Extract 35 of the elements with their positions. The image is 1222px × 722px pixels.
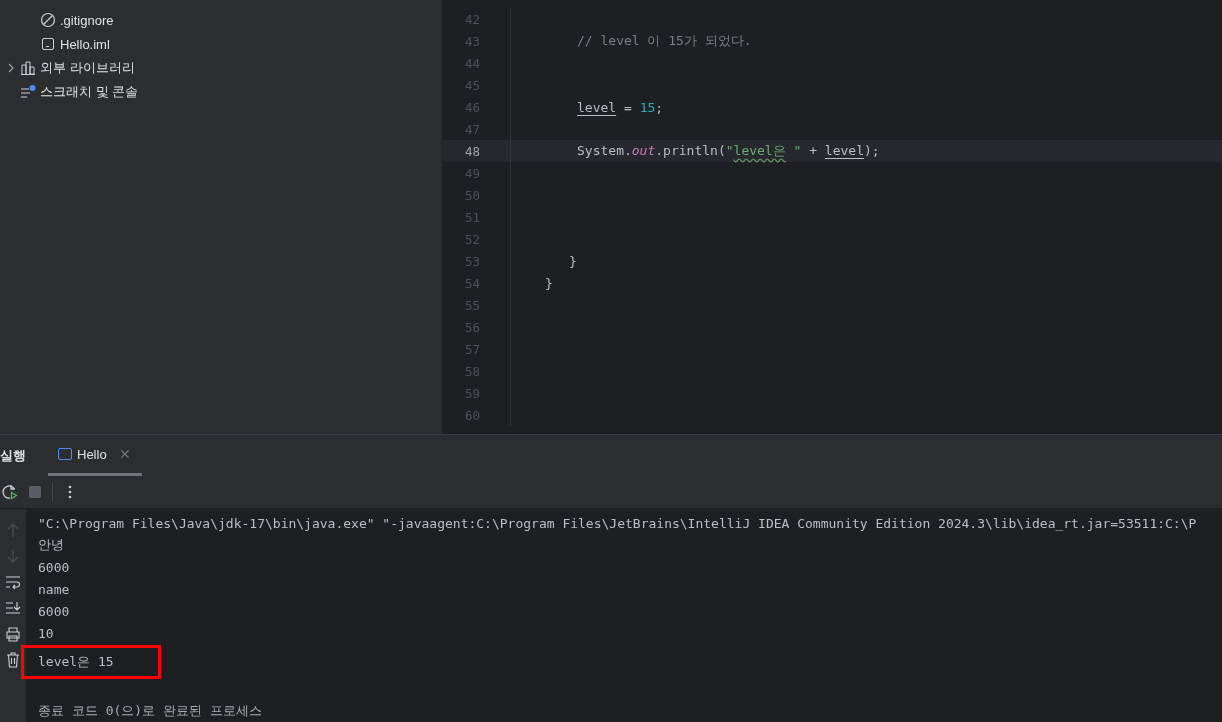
trash-icon[interactable] bbox=[5, 651, 21, 669]
console-line: 안녕 bbox=[38, 536, 64, 554]
console-line: 10 bbox=[38, 625, 54, 641]
tree-item[interactable]: 스크래치 및 콘솔 bbox=[0, 80, 442, 104]
code-line: } bbox=[568, 253, 577, 269]
tree-item-label: .gitignore bbox=[60, 12, 114, 28]
console-line: "C:\Program Files\Java\jdk-17\bin\java.exe" "-javaagent:C:\Program Files\JetBrains\IntelliJ IDEA Community Edition 2024.3\lib\idea_rt.jar=53511:C:\P bbox=[38, 515, 1197, 531]
tree-item-label: 외부 라이브러리 bbox=[40, 59, 135, 77]
highlighted-output-line: level은 15 bbox=[24, 648, 158, 676]
library-icon bbox=[20, 60, 36, 76]
tree-item-label: Hello.iml bbox=[60, 36, 110, 52]
scratch-icon bbox=[20, 84, 36, 100]
tree-item[interactable]: Hello.iml bbox=[0, 32, 442, 56]
run-tab[interactable]: Hello bbox=[48, 435, 142, 476]
console-line: 6000 bbox=[38, 559, 70, 575]
panel-title: 실행 bbox=[0, 446, 26, 465]
code-line: } bbox=[544, 275, 553, 291]
print-icon[interactable] bbox=[5, 625, 21, 643]
tree-item[interactable]: .gitignore bbox=[0, 8, 442, 32]
rerun-icon[interactable] bbox=[2, 484, 18, 500]
ignore-icon bbox=[40, 12, 56, 28]
code-line: // level 이 15가 되었다. bbox=[576, 32, 752, 50]
console-line: 종료 코드 0(으)로 완료된 프로세스 bbox=[38, 702, 262, 720]
code-line: level = 15; bbox=[576, 99, 664, 115]
scroll-to-end-icon[interactable] bbox=[5, 599, 21, 617]
chevron-right-icon[interactable] bbox=[6, 63, 16, 73]
code-line: System.out.println("level은 " + level); bbox=[576, 142, 880, 160]
console-icon bbox=[58, 447, 72, 461]
file-icon bbox=[40, 36, 56, 52]
line-number: 48 bbox=[463, 143, 481, 159]
tree-item-label: 스크래치 및 콘솔 bbox=[40, 83, 139, 101]
console-line: 6000 bbox=[38, 603, 70, 619]
tree-item[interactable]: 외부 라이브러리 bbox=[0, 56, 442, 80]
console-line: name bbox=[38, 581, 70, 597]
soft-wrap-icon[interactable] bbox=[5, 573, 21, 591]
